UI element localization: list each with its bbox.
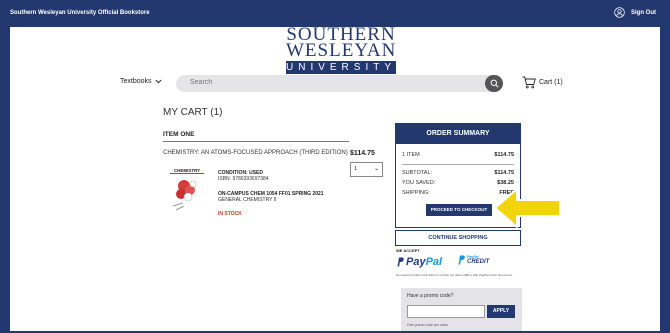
stock-status: IN STOCK bbox=[218, 211, 242, 217]
promo-note: One promo code per order. bbox=[407, 323, 450, 327]
book-cover[interactable]: CHEMISTRY bbox=[170, 168, 204, 214]
sign-out-button[interactable]: Sign Out bbox=[614, 7, 656, 18]
cart-label: Cart (1) bbox=[539, 79, 563, 86]
promo-label: Have a promo code? bbox=[407, 293, 454, 299]
summary-items-row: 1 ITEM $114.75 bbox=[402, 152, 514, 158]
cart-icon bbox=[522, 76, 536, 89]
course-name: GENERAL CHEMISTRY II bbox=[218, 197, 277, 203]
logo-line-2: WESLEYAN bbox=[286, 40, 397, 61]
items-value: $114.75 bbox=[494, 152, 514, 158]
search-bar bbox=[176, 75, 500, 92]
shipping-label: SHIPPING: bbox=[402, 190, 430, 196]
quantity-select[interactable]: 1 ⌄ bbox=[350, 162, 383, 177]
search-input[interactable] bbox=[188, 78, 472, 87]
item-header: ITEM ONE bbox=[163, 131, 349, 142]
molecule-image-icon bbox=[172, 180, 197, 211]
apply-button[interactable]: APPLY bbox=[487, 305, 515, 318]
arrow-pointer-icon bbox=[494, 188, 561, 228]
promo-code-box: Have a promo code? APPLY One promo code … bbox=[401, 288, 522, 331]
logo-line-3: UNIVERSITY bbox=[286, 61, 397, 74]
paypal-p-icon bbox=[397, 257, 404, 267]
proceed-to-checkout-button[interactable]: PROCEED TO CHECKOUT bbox=[426, 204, 492, 216]
paypal-p-icon bbox=[458, 255, 465, 265]
paypal-logo[interactable]: PayPal bbox=[396, 256, 442, 268]
summary-divider bbox=[402, 164, 514, 165]
credit-label: CREDIT bbox=[467, 259, 490, 265]
user-circle-icon bbox=[614, 7, 625, 18]
saved-label: YOU SAVED: bbox=[402, 180, 436, 186]
textbooks-menu[interactable]: Textbooks bbox=[120, 78, 162, 85]
subtotal-value: $114.75 bbox=[494, 170, 514, 176]
isbn-text: ISBN: 9780393697384 bbox=[218, 176, 269, 182]
book-title[interactable]: CHEMISTRY: AN ATOMS-FOCUSED APPROACH (TH… bbox=[163, 150, 348, 156]
textbooks-label: Textbooks bbox=[120, 78, 152, 85]
paypal-word-pay: Pay bbox=[406, 256, 426, 268]
paypal-credit-logo[interactable]: PayPal CREDIT bbox=[457, 255, 489, 265]
paypal-word-pal: Pal bbox=[425, 256, 443, 268]
university-logo[interactable]: SOUTHERN WESLEYAN UNIVERSITY bbox=[286, 27, 396, 74]
continue-shopping-button[interactable]: CONTINUE SHOPPING bbox=[395, 230, 521, 246]
course-block: ON-CAMPUS CHEM 1054 FF01 SPRING 2021 GEN… bbox=[218, 191, 324, 203]
sign-out-label: Sign Out bbox=[631, 9, 656, 16]
top-bar: Southern Wesleyan University Official Bo… bbox=[0, 0, 670, 27]
nav-bar: Textbooks Cart (1) bbox=[10, 75, 660, 93]
item-price: $114.75 bbox=[350, 150, 375, 157]
chevron-down-icon: ⌄ bbox=[373, 166, 379, 172]
paypal-fine-print: No interest if paid in full within 6 mon… bbox=[396, 273, 513, 277]
cart-link[interactable]: Cart (1) bbox=[522, 76, 563, 89]
subtotal-label: SUBTOTAL: bbox=[402, 170, 433, 176]
subtotal-row: SUBTOTAL: $114.75 bbox=[402, 170, 514, 176]
we-accept-label: WE ACCEPT bbox=[396, 248, 420, 253]
quantity-value: 1 bbox=[354, 166, 358, 172]
page-title: MY CART (1) bbox=[163, 107, 223, 118]
chevron-down-icon bbox=[155, 79, 162, 84]
search-button[interactable] bbox=[485, 75, 503, 92]
promo-code-input[interactable] bbox=[407, 305, 485, 318]
condition-block: CONDITION: USED ISBN: 9780393697384 bbox=[218, 170, 269, 182]
page-frame: SOUTHERN WESLEYAN UNIVERSITY Textbooks C… bbox=[10, 27, 660, 331]
items-label: 1 ITEM bbox=[402, 152, 420, 158]
search-icon bbox=[490, 79, 498, 88]
bookstore-title: Southern Wesleyan University Official Bo… bbox=[10, 10, 150, 16]
order-summary-title: ORDER SUMMARY bbox=[396, 124, 520, 144]
